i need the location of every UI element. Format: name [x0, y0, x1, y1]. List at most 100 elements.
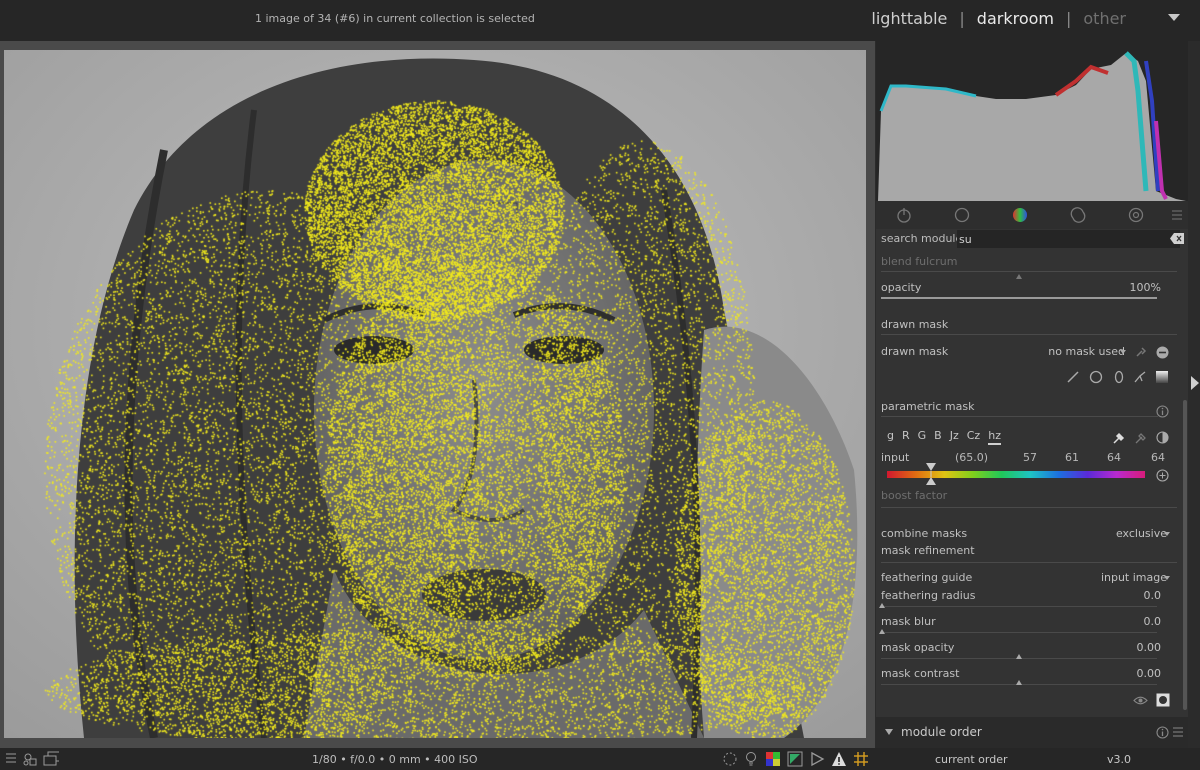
- add-circle-icon[interactable]: [1156, 469, 1169, 482]
- input-label: input: [881, 451, 910, 464]
- raw-overexposed-icon[interactable]: [809, 751, 825, 767]
- blend-fulcrum-label: blend fulcrum: [881, 255, 958, 268]
- tab-channel-cz[interactable]: Cz: [967, 429, 980, 442]
- circle-shape-icon[interactable]: [1089, 370, 1103, 384]
- chevron-down-icon[interactable]: [1168, 14, 1180, 21]
- right-panel-scrollbar[interactable]: [1183, 400, 1187, 710]
- mask-contrast-marker[interactable]: [1016, 680, 1022, 685]
- feathering-radius-value: 0.0: [1143, 589, 1162, 602]
- clear-search-icon[interactable]: [1170, 233, 1184, 244]
- chevron-down-icon[interactable]: [1163, 574, 1171, 582]
- feathering-guide-label: feathering guide: [881, 571, 973, 584]
- opacity-slider[interactable]: [881, 297, 1157, 299]
- mask-opacity-label: mask opacity: [881, 641, 955, 654]
- color-picker-area-icon[interactable]: [1134, 432, 1147, 445]
- hamburger-menu-icon[interactable]: [1168, 206, 1186, 224]
- focus-peaking-icon[interactable]: [722, 751, 738, 767]
- bottom-bar: 1/80 • f/0.0 • 0 mm • 400 ISO current or…: [0, 748, 1200, 770]
- info-icon[interactable]: [1156, 405, 1169, 418]
- styles-icon[interactable]: [22, 751, 38, 767]
- invert-polarity-icon[interactable]: [1156, 431, 1169, 444]
- selection-status: 1 image of 34 (#6) in current collection…: [255, 12, 535, 25]
- tab-channel-r[interactable]: R: [902, 429, 910, 442]
- feathering-radius-slider[interactable]: [881, 606, 1157, 607]
- color-picker-icon[interactable]: [1112, 432, 1125, 445]
- divider: [881, 334, 1177, 335]
- divider: [881, 562, 1177, 563]
- drawn-mask-label: drawn mask: [881, 345, 949, 358]
- blend-fulcrum-slider[interactable]: [881, 271, 1177, 272]
- channel-tabs: g R G B Jz Cz hz: [887, 429, 1009, 445]
- guides-icon[interactable]: [853, 751, 869, 767]
- circle-icon[interactable]: [953, 206, 971, 224]
- search-module-row: search module: [876, 229, 1188, 251]
- pick-mask-icon[interactable]: [1135, 346, 1147, 358]
- right-panel-edge: [1188, 41, 1200, 748]
- display-mask-icon[interactable]: [1156, 693, 1170, 707]
- view-darkroom-link[interactable]: darkroom: [977, 9, 1054, 28]
- chevron-down-icon[interactable]: [1163, 530, 1171, 538]
- view-switcher: lighttable | darkroom | other: [867, 9, 1130, 28]
- hue-slider-markers[interactable]: [924, 463, 938, 485]
- chevron-down-icon[interactable]: [1119, 348, 1127, 356]
- tab-channel-jz[interactable]: Jz: [950, 429, 959, 442]
- tab-channel-b[interactable]: B: [934, 429, 942, 442]
- clipping-warning-icon[interactable]: [831, 751, 847, 767]
- power-icon[interactable]: [895, 206, 913, 224]
- collapse-triangle-icon[interactable]: [885, 729, 893, 735]
- gradient-shape-icon[interactable]: [1155, 370, 1169, 384]
- info-icon[interactable]: [1156, 726, 1169, 739]
- quick-access-icon[interactable]: [4, 751, 20, 767]
- mask-opacity-marker[interactable]: [1016, 654, 1022, 659]
- input-value-4: 64: [1151, 451, 1165, 464]
- input-current-value: (65.0): [955, 451, 989, 464]
- mask-blur-value: 0.0: [1143, 615, 1162, 628]
- view-lighttable-link[interactable]: lighttable: [871, 9, 947, 28]
- mask-opacity-value: 0.00: [1136, 641, 1162, 654]
- search-module-input[interactable]: [957, 230, 1180, 248]
- boost-factor-slider[interactable]: [881, 507, 1177, 508]
- boost-factor-label: boost factor: [881, 489, 948, 502]
- image-canvas[interactable]: [0, 41, 875, 748]
- blend-fulcrum-marker[interactable]: [1016, 274, 1022, 279]
- drawn-mask-dropdown[interactable]: no mask used: [1048, 345, 1125, 358]
- correct-group-icon[interactable]: [1069, 206, 1087, 224]
- ellipse-shape-icon[interactable]: [1112, 370, 1126, 384]
- feathering-radius-label: feathering radius: [881, 589, 976, 602]
- remove-mask-icon[interactable]: [1156, 346, 1169, 359]
- path-shape-icon[interactable]: [1133, 370, 1147, 384]
- drawn-mask-header: drawn mask: [881, 318, 949, 331]
- feathering-guide-dropdown[interactable]: input image: [1101, 571, 1167, 584]
- softproof-icon[interactable]: [765, 751, 781, 767]
- photo[interactable]: [4, 50, 866, 738]
- combine-masks-dropdown[interactable]: exclusive: [1116, 527, 1167, 540]
- input-value-1: 57: [1023, 451, 1037, 464]
- module-group-tabs: [876, 201, 1188, 229]
- mask-blur-marker[interactable]: [879, 629, 885, 634]
- expand-panel-arrow-icon[interactable]: [1191, 376, 1199, 390]
- lightbulb-icon[interactable]: [743, 751, 759, 767]
- opacity-value: 100%: [1129, 281, 1161, 294]
- module-order-header[interactable]: module order: [876, 717, 1188, 748]
- eye-icon[interactable]: [1133, 695, 1148, 706]
- opacity-label: opacity: [881, 281, 922, 294]
- input-value-2: 61: [1065, 451, 1079, 464]
- view-separator: |: [1065, 9, 1072, 28]
- mask-contrast-label: mask contrast: [881, 667, 960, 680]
- color-group-icon[interactable]: [1011, 206, 1029, 224]
- tab-channel-hz[interactable]: hz: [988, 429, 1001, 445]
- histogram[interactable]: [876, 41, 1188, 201]
- tab-channel-g2[interactable]: G: [918, 429, 927, 442]
- view-other-link[interactable]: other: [1083, 9, 1126, 28]
- feathering-radius-marker[interactable]: [879, 603, 885, 608]
- module-order-title: module order: [901, 725, 982, 739]
- mask-blur-slider[interactable]: [881, 632, 1157, 633]
- exif-info: 1/80 • f/0.0 • 0 mm • 400 ISO: [312, 753, 478, 766]
- input-value-3: 64: [1107, 451, 1121, 464]
- effect-group-icon[interactable]: [1127, 206, 1145, 224]
- second-window-icon[interactable]: [43, 751, 59, 767]
- gamut-check-icon[interactable]: [787, 751, 803, 767]
- brush-icon[interactable]: [1066, 370, 1080, 384]
- tab-channel-g[interactable]: g: [887, 429, 894, 442]
- hamburger-menu-icon[interactable]: [1172, 726, 1184, 738]
